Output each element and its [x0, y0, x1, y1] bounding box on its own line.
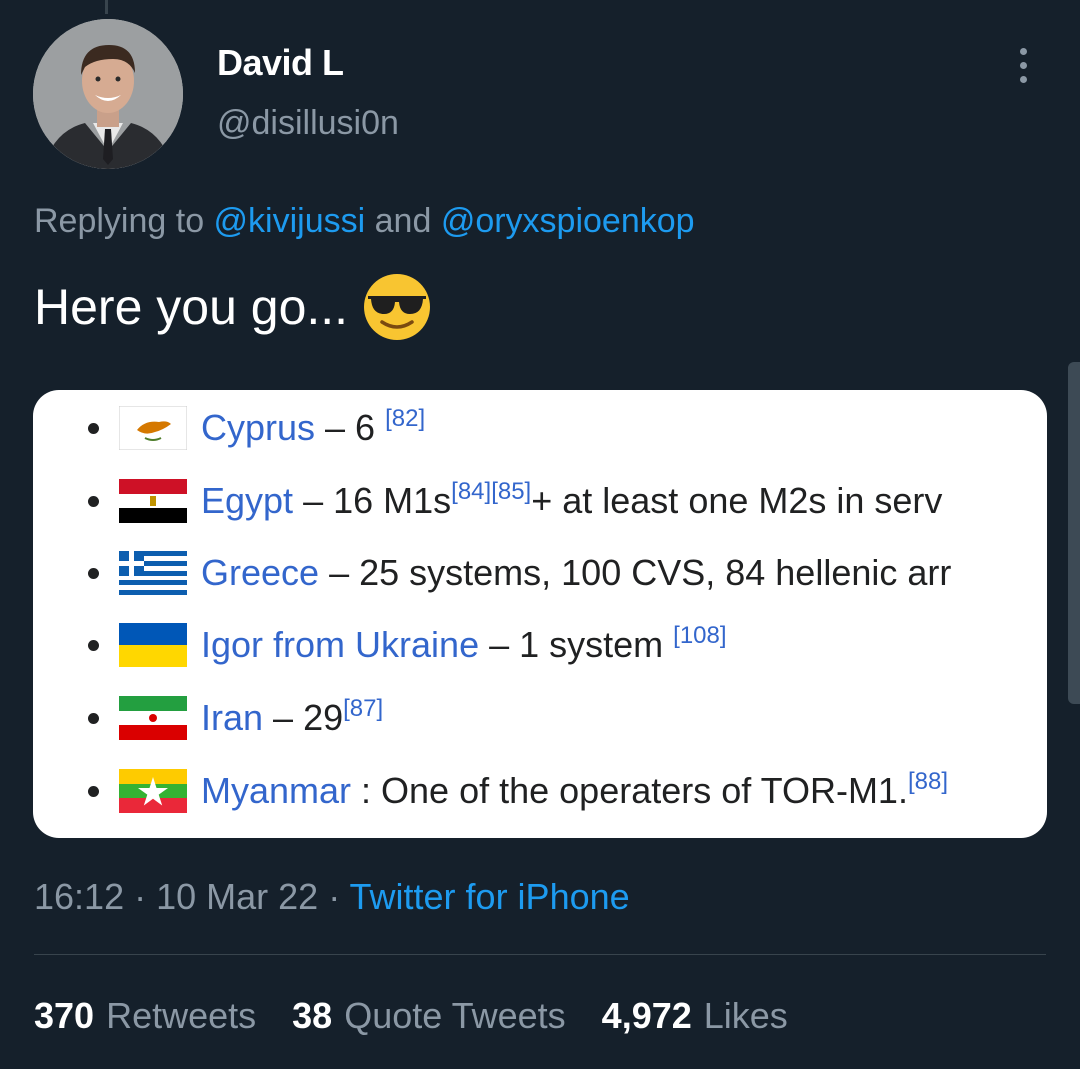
- more-options-icon[interactable]: [1005, 40, 1041, 90]
- country-detail: – 29: [263, 697, 344, 738]
- country-link[interactable]: Igor from Ukraine: [201, 624, 479, 665]
- country-link[interactable]: Greece: [201, 552, 319, 593]
- bullet-icon: [88, 422, 99, 434]
- citation-ref[interactable]: [84][85]: [451, 478, 531, 505]
- bullet-icon: [88, 785, 99, 797]
- likes-label: Likes: [703, 995, 788, 1036]
- mention-link-oryxspioenkop[interactable]: @oryxspioenkop: [441, 202, 695, 240]
- list-item-text: Igor from Ukraine – 1 system [108]: [201, 624, 727, 666]
- user-handle[interactable]: @disillusi0n: [217, 104, 399, 143]
- meta-separator: ·: [124, 876, 157, 917]
- smiling-face-with-sunglasses-icon: [364, 274, 431, 340]
- country-detail: – 16 M1s: [293, 480, 452, 521]
- replying-to-joiner: and: [365, 202, 441, 240]
- list-item-text: Greece – 25 systems, 100 CVS, 84 helleni…: [201, 552, 951, 594]
- citation-ref[interactable]: [82]: [385, 405, 425, 432]
- country-detail: – 1 system: [479, 624, 674, 665]
- citation-ref[interactable]: [88]: [908, 768, 948, 795]
- tweet-text: Here you go...: [34, 272, 432, 342]
- country-detail-continued: + at least one M2s in serv: [531, 480, 943, 521]
- list-item-text: Cyprus – 6 [82]: [201, 407, 425, 449]
- list-item-text: Egypt – 16 M1s[84][85]+ at least one M2s…: [201, 480, 942, 522]
- retweets-stat[interactable]: 370 Retweets: [34, 995, 256, 1037]
- cyprus-flag-icon: [119, 406, 187, 450]
- more-dot: [1019, 61, 1027, 69]
- engagement-stats: 370 Retweets 38 Quote Tweets 4,972 Likes: [34, 995, 788, 1037]
- country-link[interactable]: Iran: [201, 697, 263, 738]
- egypt-flag-icon: [119, 479, 187, 523]
- bullet-icon: [88, 639, 99, 651]
- greece-flag-icon: [119, 551, 187, 595]
- list-item-igor-from-ukraine: Igor from Ukraine – 1 system [108]: [33, 615, 1047, 675]
- more-dot: [1019, 47, 1027, 55]
- quote-tweets-stat[interactable]: 38 Quote Tweets: [292, 995, 566, 1037]
- tweet-time[interactable]: 16:12: [34, 876, 124, 917]
- iran-flag-icon: [119, 696, 187, 740]
- bullet-icon: [88, 567, 99, 579]
- myanmar-flag-icon: [119, 769, 187, 813]
- list-item-text: Iran – 29[87]: [201, 697, 383, 739]
- likes-count: 4,972: [601, 995, 692, 1036]
- list-item-greece: Greece – 25 systems, 100 CVS, 84 helleni…: [33, 543, 1047, 603]
- list-item-myanmar: Myanmar : One of the operaters of TOR-M1…: [33, 761, 1047, 821]
- retweets-label: Retweets: [106, 995, 257, 1036]
- tweet-source-link[interactable]: Twitter for iPhone: [350, 876, 630, 917]
- avatar-photo: [33, 19, 183, 169]
- scrollbar[interactable]: [1068, 362, 1080, 704]
- list-item-cyprus: Cyprus – 6 [82]: [33, 398, 1047, 458]
- country-detail: – 6: [315, 407, 386, 448]
- meta-separator: ·: [318, 876, 350, 917]
- country-link[interactable]: Egypt: [201, 480, 293, 521]
- retweets-count: 370: [34, 995, 95, 1036]
- tweet-meta: 16:12 · 10 Mar 22 · Twitter for iPhone: [34, 876, 630, 918]
- tweet-date[interactable]: 10 Mar 22: [156, 876, 318, 917]
- mention-link-kivijussi[interactable]: @kivijussi: [214, 202, 366, 240]
- thread-connector-line: [105, 0, 108, 14]
- replying-to-prefix: Replying to: [34, 202, 214, 240]
- ukraine-flag-icon: [119, 623, 187, 667]
- display-name[interactable]: David L: [217, 42, 344, 84]
- bullet-icon: [88, 712, 99, 724]
- country-link[interactable]: Cyprus: [201, 407, 315, 448]
- bullet-icon: [88, 495, 99, 507]
- citation-ref[interactable]: [108]: [673, 622, 726, 649]
- country-link[interactable]: Myanmar: [201, 770, 351, 811]
- tweet-body: Here you go...: [34, 279, 349, 335]
- divider: [34, 954, 1046, 955]
- avatar[interactable]: [33, 19, 183, 169]
- list-item-iran: Iran – 29[87]: [33, 688, 1047, 748]
- replying-to-line: Replying to @kivijussi and @oryxspioenko…: [34, 202, 695, 241]
- more-dot: [1019, 75, 1027, 83]
- tweet-image-attachment[interactable]: Cyprus – 6 [82] Egypt – 16 M1s[84][85]+ a…: [33, 390, 1047, 838]
- list-item-text: Myanmar : One of the operaters of TOR-M1…: [201, 770, 948, 812]
- quote-tweets-count: 38: [292, 995, 333, 1036]
- quote-tweets-label: Quote Tweets: [344, 995, 566, 1036]
- country-detail: – 25 systems, 100 CVS, 84 hellenic arr: [319, 552, 952, 593]
- likes-stat[interactable]: 4,972 Likes: [602, 995, 788, 1037]
- country-detail: : One of the operaters of TOR-M1.: [351, 770, 908, 811]
- list-item-egypt: Egypt – 16 M1s[84][85]+ at least one M2s…: [33, 471, 1047, 531]
- citation-ref[interactable]: [87]: [343, 695, 383, 722]
